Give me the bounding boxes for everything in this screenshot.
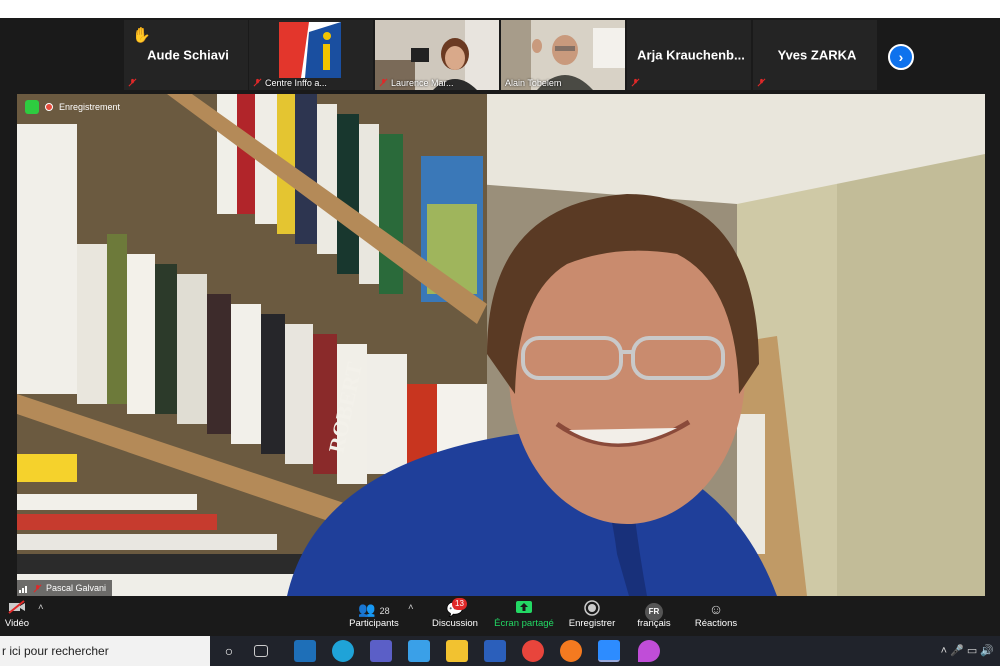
speaker-name-tag: Pascal Galvani [17, 580, 113, 596]
chat-button[interactable]: 💬 13 Discussion [430, 598, 480, 629]
chevron-right-icon: › [898, 49, 904, 65]
speaker-name: Pascal Galvani [46, 583, 107, 593]
video-off-icon [2, 600, 32, 618]
chat-label: Discussion [432, 618, 478, 629]
video-label: Vidéo [4, 618, 30, 629]
muted-mic-icon [128, 78, 137, 87]
participant-tile[interactable]: Laurence Mar... [375, 20, 499, 90]
battery-icon: ▭ [966, 645, 978, 657]
top-margin [0, 0, 1000, 18]
language-label: français [637, 618, 671, 629]
chrome-icon[interactable] [522, 640, 544, 662]
video-button[interactable]: Vidéo [2, 600, 32, 629]
share-screen-label: Écran partagé [494, 618, 554, 629]
meeting-toolbar: Vidéo ˄ 👥 28 Participants ˄ 💬 13 [0, 596, 1000, 636]
participant-tile[interactable]: Arja Krauchenb... [627, 20, 751, 90]
recording-indicator: Enregistrement [25, 100, 120, 114]
participant-tile[interactable]: Centre Inffo a... [249, 20, 373, 90]
share-screen-icon [516, 601, 532, 613]
microphone-icon: 🎤 [950, 645, 964, 657]
signal-strength-icon [19, 585, 27, 593]
record-label: Enregistrer [568, 618, 616, 629]
taskbar-search-box[interactable]: r ici pour rechercher [0, 636, 210, 666]
participants-label: Participants [349, 618, 399, 629]
windows-taskbar: r ici pour rechercher ○ ˄ 🎤 ▭ 🔊 [0, 636, 1000, 666]
participants-icon: 👥 [358, 601, 376, 617]
volume-icon: 🔊 [980, 645, 994, 657]
participant-label: Laurence Mar... [391, 78, 454, 88]
participant-tile[interactable]: ✋ Aude Schiavi [124, 20, 248, 90]
edge-icon[interactable] [332, 640, 354, 662]
app-icon[interactable] [638, 640, 660, 662]
participant-label: Centre Inffo a... [265, 78, 327, 88]
recording-label: Enregistrement [59, 102, 121, 112]
muted-mic-icon [379, 78, 388, 87]
chat-badge: 13 [452, 598, 467, 610]
participant-strip: ✋ Aude Schiavi Centre Inffo a... Laurenc… [0, 18, 1000, 92]
participant-tile[interactable]: Yves ZARKA [753, 20, 877, 90]
firefox-icon[interactable] [560, 640, 582, 662]
shield-icon [25, 100, 39, 114]
main-video: ROBERT Enregistrement Pascal Galvani [17, 94, 985, 596]
participant-tile[interactable]: Alain Tobelem [501, 20, 625, 90]
participants-button[interactable]: 👥 28 Participants [346, 600, 402, 629]
app-icon[interactable] [294, 640, 316, 662]
reactions-label: Réactions [694, 618, 738, 629]
caret-up-icon: ˄ [38, 602, 44, 613]
recording-dot-icon [45, 103, 53, 111]
record-icon [584, 600, 600, 616]
zoom-icon[interactable] [598, 640, 620, 662]
participant-name: Aude Schiavi [147, 47, 229, 63]
cortana-icon[interactable]: ○ [218, 640, 240, 662]
next-participants-button[interactable]: › [888, 44, 914, 70]
task-view-icon[interactable] [254, 645, 268, 657]
muted-mic-icon [757, 78, 766, 87]
participants-options-caret[interactable]: ˄ [408, 602, 414, 613]
participant-name: Arja Krauchenb... [637, 47, 745, 63]
screen: ✋ Aude Schiavi Centre Inffo a... Laurenc… [0, 0, 1000, 666]
teams-icon[interactable] [370, 640, 392, 662]
language-button[interactable]: FR français [634, 600, 674, 629]
muted-mic-icon [33, 584, 42, 592]
zoom-meeting-window: ✋ Aude Schiavi Centre Inffo a... Laurenc… [0, 18, 1000, 636]
centre-inffo-logo [279, 22, 341, 78]
participant-label: Alain Tobelem [505, 78, 562, 88]
raised-hand-icon: ✋ [132, 27, 151, 44]
muted-mic-icon [631, 78, 640, 87]
share-screen-button[interactable]: Écran partagé [492, 600, 556, 629]
word-icon[interactable] [484, 640, 506, 662]
speaker-video-frame: ROBERT [17, 94, 985, 596]
app-icon[interactable] [408, 640, 430, 662]
participants-count: 28 [379, 606, 390, 616]
muted-mic-icon [253, 78, 262, 87]
caret-up-icon: ˄ [408, 602, 414, 613]
reactions-button[interactable]: ☺ Réactions [694, 600, 738, 629]
chevron-up-icon: ˄ [940, 645, 947, 657]
video-options-caret[interactable]: ˄ [38, 602, 44, 613]
reaction-smiley-icon: ☺ [708, 601, 724, 617]
file-explorer-icon[interactable] [446, 640, 468, 662]
participant-name: Yves ZARKA [777, 47, 857, 63]
record-button[interactable]: Enregistrer [566, 600, 618, 629]
system-tray[interactable]: ˄ 🎤 ▭ 🔊 [941, 644, 994, 657]
